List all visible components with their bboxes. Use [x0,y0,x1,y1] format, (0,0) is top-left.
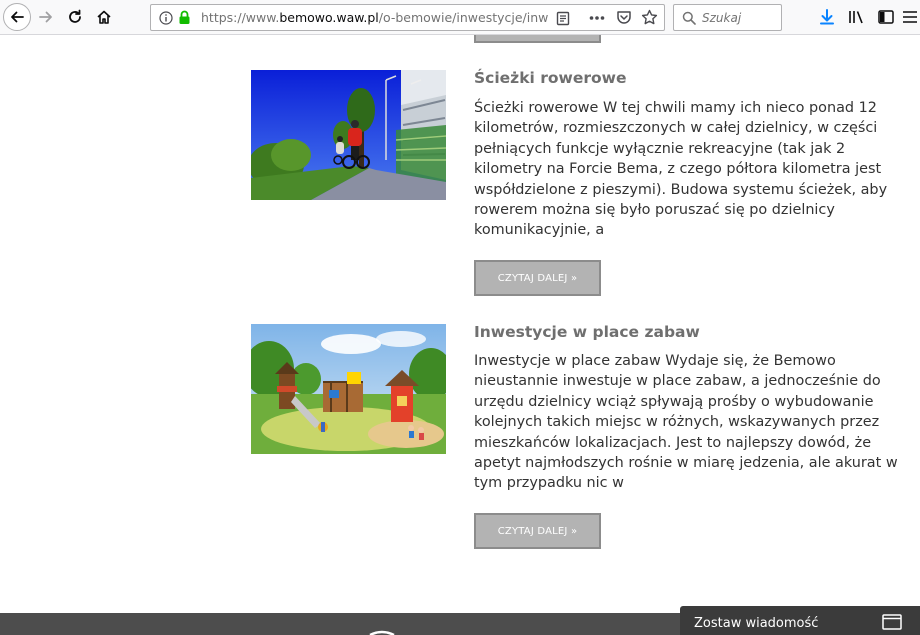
hamburger-menu-icon [903,11,917,23]
info-icon[interactable] [159,11,173,25]
reader-view-icon[interactable] [556,11,570,26]
article-excerpt: Inwestycje w place zabaw Wydaje się, że … [474,353,898,492]
url-path: /o-bemowie/inwestycje/inwe [378,10,549,25]
chat-widget[interactable]: Zostaw wiadomość [680,606,920,635]
sidebar-button[interactable] [874,5,898,29]
arrow-left-icon [11,11,24,23]
bookmark-star-icon[interactable] [641,9,658,26]
forward-button[interactable] [34,5,58,29]
menu-button[interactable] [900,5,920,29]
browser-toolbar: https://www.bemowo.waw.pl/o-bemowie/inwe… [0,0,920,35]
search-input[interactable]: Szukaj [702,11,741,25]
chat-label: Zostaw wiadomość [694,616,819,631]
home-icon [97,10,111,24]
home-button[interactable] [92,5,116,29]
article-image-playgrounds[interactable] [251,324,446,454]
article-title[interactable]: Inwestycje w place zabaw [474,323,700,341]
url-host: bemowo.waw.pl [279,10,379,25]
article-image-bike-paths[interactable] [251,70,446,200]
url-text[interactable]: https://www.bemowo.waw.pl/o-bemowie/inwe… [201,10,549,25]
lock-icon[interactable] [178,10,191,25]
page-actions-icon[interactable] [589,15,605,21]
chat-window-icon [882,614,902,630]
library-icon [849,11,863,24]
library-button[interactable] [845,5,869,29]
read-more-button[interactable]: CZYTAJ DALEJ » [474,260,601,296]
address-bar[interactable]: https://www.bemowo.waw.pl/o-bemowie/inwe… [150,4,665,31]
playground-photo [251,324,446,454]
search-bar[interactable]: Szukaj [673,4,782,31]
article-title[interactable]: Ścieżki rowerowe [474,69,626,87]
download-icon [820,9,834,25]
sidebar-icon [878,10,894,24]
read-more-button[interactable]: CZYTAJ DALEJ » [474,513,601,549]
article-excerpt: Ścieżki rowerowe W tej chwili mamy ich n… [474,100,888,239]
arrow-right-icon [39,11,52,23]
reload-icon [69,9,81,23]
search-icon [682,11,696,25]
downloads-button[interactable] [815,5,839,29]
footer-logo-icon [369,630,395,635]
read-more-button-previous[interactable] [474,35,601,43]
bike-path-photo [251,70,446,200]
pocket-icon[interactable] [616,10,632,25]
reload-button[interactable] [63,5,87,29]
url-prefix: https://www. [201,10,280,25]
back-button[interactable] [3,3,31,31]
